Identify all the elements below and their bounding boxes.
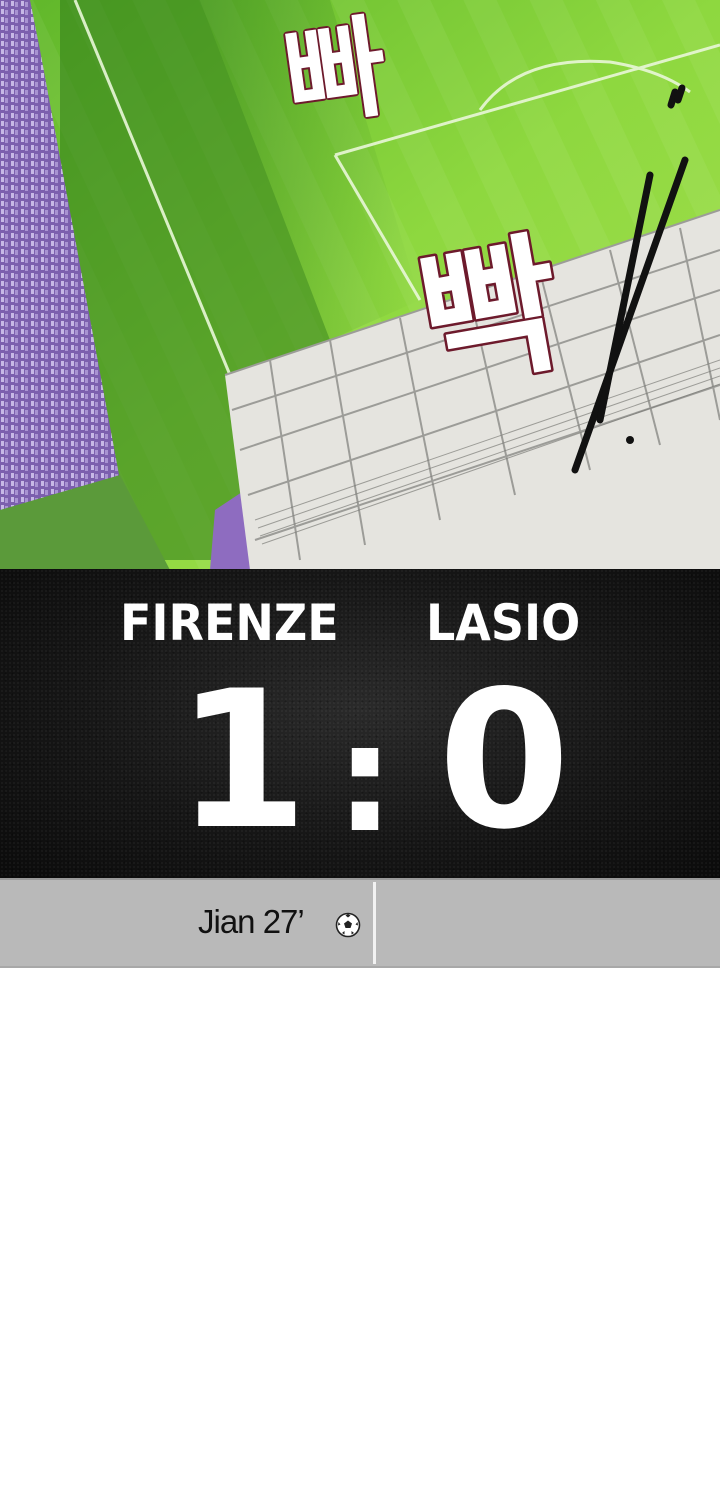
sound-effect-top: 빠 (275, 0, 397, 145)
stadium-illustration: 빠 빡 (0, 0, 720, 570)
score-separator: : (335, 692, 395, 866)
soccer-ball-icon (335, 912, 361, 938)
svg-text:빠: 빠 (277, 2, 395, 143)
goal-scorers-bar: Jian 27’ (0, 878, 720, 968)
webtoon-page: 빠 빡 FIRENZE LASIO 1 : 0 Jian 27’ (0, 0, 720, 1500)
home-score: 1 (176, 650, 309, 871)
scorer-divider (373, 882, 376, 964)
home-scorer: Jian 27’ (198, 903, 305, 940)
away-score: 0 (438, 650, 571, 871)
away-team-name: LASIO (426, 594, 581, 652)
home-team-name: FIRENZE (120, 594, 339, 652)
scoreboard: FIRENZE LASIO 1 : 0 (0, 569, 720, 879)
